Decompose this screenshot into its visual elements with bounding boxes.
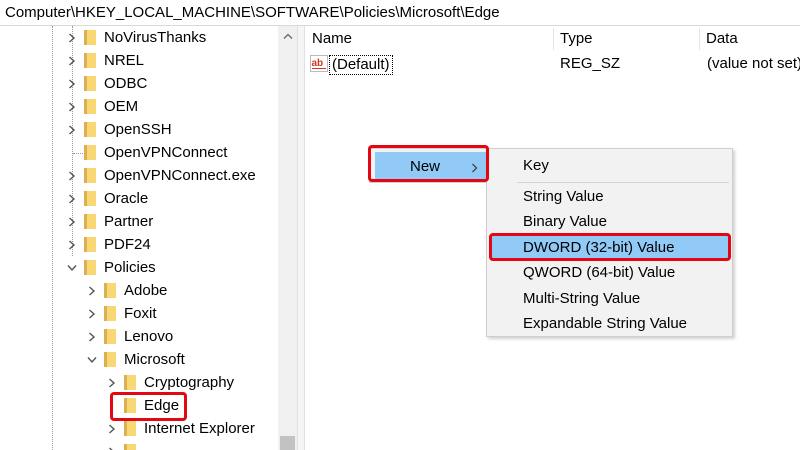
tree-item-openssh[interactable]: OpenSSH bbox=[64, 118, 172, 141]
folder-icon bbox=[84, 53, 96, 68]
tree-guide-line bbox=[52, 26, 53, 450]
table-row[interactable]: ab (Default) REG_SZ (value not set) bbox=[305, 53, 800, 75]
column-header-data[interactable]: Data bbox=[699, 26, 738, 52]
tree-item-lenovo[interactable]: Lenovo bbox=[84, 325, 173, 348]
folder-icon bbox=[124, 375, 136, 390]
collapse-arrow-icon[interactable] bbox=[84, 348, 100, 371]
menu-separator bbox=[517, 182, 729, 183]
folder-open-icon bbox=[84, 260, 96, 275]
folder-icon bbox=[84, 76, 96, 91]
tree-item-label: Oracle bbox=[104, 190, 149, 207]
expand-arrow-icon[interactable] bbox=[84, 302, 100, 325]
tree-item-pdf24[interactable]: PDF24 bbox=[64, 233, 151, 256]
collapse-arrow-icon[interactable] bbox=[64, 256, 80, 279]
menu-item-key[interactable]: Key bbox=[490, 153, 729, 178]
expand-arrow-icon[interactable] bbox=[104, 371, 120, 394]
tree-item-label: Lenovo bbox=[124, 328, 174, 345]
tree-item-openvpnconnect-exe[interactable]: OpenVPNConnect.exe bbox=[64, 164, 256, 187]
tree-item-label: OpenVPNConnect bbox=[104, 144, 228, 161]
folder-icon bbox=[124, 421, 136, 436]
expand-arrow-icon[interactable] bbox=[64, 118, 80, 141]
column-header-name[interactable]: Name bbox=[305, 26, 352, 52]
expand-arrow-icon[interactable] bbox=[64, 95, 80, 118]
tree-item-openvpnconnect[interactable]: OpenVPNConnect bbox=[64, 141, 227, 164]
tree-item-novirusthanks[interactable]: NoVirusThanks bbox=[64, 26, 206, 49]
column-header-type[interactable]: Type bbox=[553, 26, 593, 52]
tree-item-label: Microsoft bbox=[124, 351, 185, 368]
tree-item-label: PDF24 bbox=[104, 236, 151, 253]
tree-item-label: Adobe bbox=[124, 282, 168, 299]
tree-item-label: Partner bbox=[104, 213, 154, 230]
annotation-highlight-new bbox=[368, 145, 489, 182]
tree-item-nrel[interactable]: NREL bbox=[64, 49, 144, 72]
folder-icon bbox=[104, 283, 116, 298]
tree-item-partial[interactable] bbox=[104, 440, 144, 450]
folder-icon bbox=[84, 191, 96, 206]
list-header: Name Type Data bbox=[305, 26, 800, 52]
folder-icon bbox=[84, 168, 96, 183]
folder-icon bbox=[84, 214, 96, 229]
tree-item-label: OpenVPNConnect.exe bbox=[104, 167, 256, 184]
menu-item-expandable-string-value[interactable]: Expandable String Value bbox=[490, 311, 729, 336]
tree-item-label: Policies bbox=[104, 259, 156, 276]
expand-arrow-icon[interactable] bbox=[64, 164, 80, 187]
value-data: (value not set) bbox=[707, 55, 800, 72]
expand-arrow-icon[interactable] bbox=[84, 325, 100, 348]
expand-arrow-icon[interactable] bbox=[64, 210, 80, 233]
tree-scrollbar[interactable] bbox=[278, 26, 297, 450]
tree-item-policies[interactable]: Policies bbox=[64, 256, 156, 279]
menu-item-string-value[interactable]: String Value bbox=[490, 184, 729, 209]
address-bar[interactable]: Computer\HKEY_LOCAL_MACHINE\SOFTWARE\Pol… bbox=[0, 0, 800, 26]
folder-icon bbox=[124, 444, 136, 450]
menu-item-qword-value[interactable]: QWORD (64-bit) Value bbox=[490, 260, 729, 285]
folder-icon bbox=[104, 306, 116, 321]
tree-item-adobe[interactable]: Adobe bbox=[84, 279, 167, 302]
tree-item-odbc[interactable]: ODBC bbox=[64, 72, 147, 95]
folder-icon bbox=[104, 329, 116, 344]
tree-item-oem[interactable]: OEM bbox=[64, 95, 138, 118]
svg-text:ab: ab bbox=[312, 58, 324, 69]
folder-icon bbox=[84, 99, 96, 114]
tree-item-label: OpenSSH bbox=[104, 121, 172, 138]
folder-icon bbox=[84, 122, 96, 137]
menu-item-binary-value[interactable]: Binary Value bbox=[490, 209, 729, 234]
annotation-highlight-edge bbox=[110, 392, 187, 421]
expand-arrow-icon[interactable] bbox=[64, 49, 80, 72]
tree-item-label: Cryptography bbox=[144, 374, 235, 391]
expand-arrow-icon[interactable] bbox=[64, 187, 80, 210]
registry-tree: NoVirusThanks NREL ODBC OEM OpenSSH Open… bbox=[0, 26, 297, 450]
address-path: Computer\HKEY_LOCAL_MACHINE\SOFTWARE\Pol… bbox=[5, 4, 500, 21]
pane-splitter[interactable] bbox=[297, 26, 305, 450]
folder-icon bbox=[84, 237, 96, 252]
tree-item-label: NREL bbox=[104, 52, 145, 69]
annotation-highlight-dword bbox=[489, 233, 731, 261]
tree-item-partner[interactable]: Partner bbox=[64, 210, 153, 233]
menu-item-multi-string-value[interactable]: Multi-String Value bbox=[490, 286, 729, 311]
expand-arrow-icon[interactable] bbox=[64, 26, 80, 49]
value-type: REG_SZ bbox=[560, 55, 621, 72]
tree-item-microsoft[interactable]: Microsoft bbox=[84, 348, 185, 371]
expand-arrow-icon[interactable] bbox=[104, 440, 120, 450]
scroll-up-arrow-icon[interactable] bbox=[278, 26, 297, 45]
tree-item-foxit[interactable]: Foxit bbox=[84, 302, 157, 325]
tree-item-label: OEM bbox=[104, 98, 139, 115]
tree-item-label: NoVirusThanks bbox=[104, 29, 207, 46]
scrollbar-thumb[interactable] bbox=[280, 436, 295, 450]
tree-item-cryptography[interactable]: Cryptography bbox=[104, 371, 234, 394]
tree-item-oracle[interactable]: Oracle bbox=[64, 187, 148, 210]
tree-item-label: Internet Explorer bbox=[144, 420, 255, 437]
tree-item-label: Foxit bbox=[124, 305, 157, 322]
value-name: (Default) bbox=[329, 55, 393, 75]
folder-icon bbox=[84, 145, 96, 160]
expand-arrow-icon[interactable] bbox=[64, 233, 80, 256]
expand-arrow-icon[interactable] bbox=[84, 279, 100, 302]
folder-open-icon bbox=[104, 352, 116, 367]
folder-icon bbox=[84, 30, 96, 45]
string-value-icon: ab bbox=[310, 55, 328, 72]
expand-arrow-icon[interactable] bbox=[64, 72, 80, 95]
tree-item-label: ODBC bbox=[104, 75, 148, 92]
